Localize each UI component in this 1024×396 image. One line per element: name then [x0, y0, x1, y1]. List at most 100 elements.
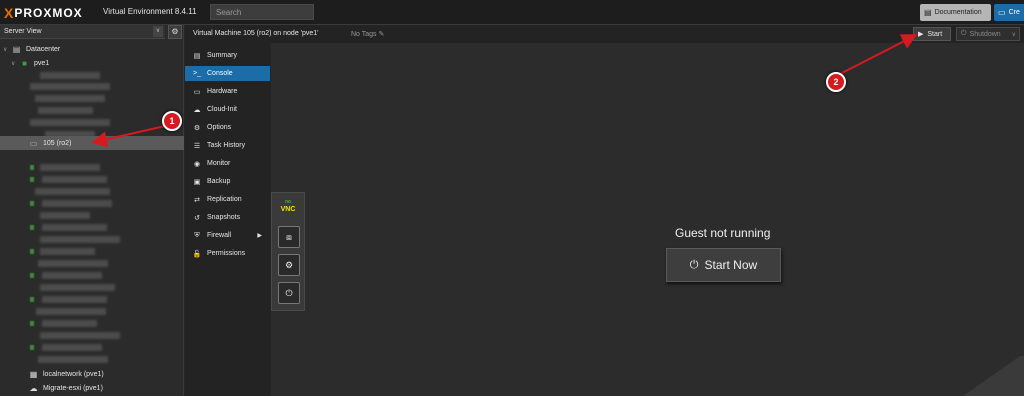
collapse-icon: ∨ — [3, 46, 8, 53]
search-input[interactable]: Search — [210, 4, 314, 20]
cloud-icon: ☁ — [29, 383, 38, 393]
nav-item-console[interactable]: >_ Console — [185, 66, 270, 81]
nav-item-snapshots[interactable]: ↺ Snapshots — [185, 210, 270, 225]
tree-settings-button[interactable]: ⚙ — [168, 25, 182, 39]
create-vm-button[interactable]: ▭ Cre — [994, 4, 1024, 21]
nav-item-permissions[interactable]: 🔓 Permissions — [185, 246, 270, 261]
version-label: Virtual Environment 8.4.11 — [103, 7, 197, 16]
novnc-logo: no VNC — [276, 199, 300, 213]
tree-item-localnetwork[interactable]: ▦ localnetwork (pve1) — [0, 367, 184, 381]
gear-icon: ⚙ — [284, 260, 294, 270]
expand-arrow-icon: ▶ — [257, 233, 262, 239]
nav-label: Summary — [207, 52, 237, 59]
vm-105-label: 105 (ro2) — [43, 139, 72, 147]
gear-icon: ⚙ — [193, 124, 201, 132]
node-label: pve1 — [34, 59, 50, 67]
start-now-label: Start Now — [704, 258, 758, 272]
console-corner-decoration — [944, 356, 1024, 396]
novnc-power-button[interactable]: ⏻ — [278, 282, 300, 304]
monitor-icon: ▭ — [193, 88, 201, 96]
nav-label: Firewall — [207, 232, 232, 239]
nav-label: Replication — [207, 196, 242, 203]
shutdown-button[interactable]: ⏻ Shutdown ∨ — [956, 27, 1020, 41]
vm-title: Virtual Machine 105 (ro2) on node 'pve1' — [193, 30, 319, 37]
book-icon: ▤ — [193, 52, 201, 60]
start-now-button[interactable]: ⏻ Start Now — [666, 248, 781, 282]
shield-icon: ⛨ — [194, 231, 200, 239]
server-view-select[interactable]: Server View ∨ — [0, 25, 165, 39]
chevron-down-icon[interactable]: ∨ — [1012, 31, 1016, 38]
annotation-badge-2: 2 — [826, 72, 846, 92]
tree-item-vm-105[interactable]: ▭ 105 (ro2) — [0, 136, 184, 150]
nav-label: Monitor — [207, 160, 231, 167]
nav-item-hardware[interactable]: ▭ Hardware — [185, 84, 270, 99]
guest-not-running-message: Guest not running — [675, 226, 771, 240]
desktop-icon: ▭ — [998, 8, 1006, 17]
network-grid-icon: ▦ — [29, 369, 38, 379]
nav-item-cloud-init[interactable]: ☁ Cloud-Init — [185, 102, 270, 117]
eye-icon: ◉ — [193, 160, 201, 168]
proxmox-logo[interactable]: X PROXMOX — [4, 5, 83, 21]
novnc-toolbar: no VNC ⧈ ⚙ ⏻ — [271, 192, 305, 311]
novnc-settings-button[interactable]: ⚙ — [278, 254, 300, 276]
nav-item-task-history[interactable]: ☰ Task History — [185, 138, 270, 153]
expand-icon: ⧈ — [286, 232, 292, 242]
pencil-icon: ✎ — [378, 31, 385, 38]
history-icon: ↺ — [194, 214, 200, 222]
power-icon: ⏻ — [961, 30, 967, 37]
novnc-fullscreen-button[interactable]: ⧈ — [278, 226, 300, 248]
server-view-label: Server View — [4, 28, 42, 35]
cloud-icon: ☁ — [193, 106, 201, 114]
tags-label: No Tags — [351, 31, 377, 38]
nav-item-replication[interactable]: ⇄ Replication — [185, 192, 270, 207]
start-button[interactable]: ▶ Start — [913, 27, 951, 41]
nav-item-monitor[interactable]: ◉ Monitor — [185, 156, 270, 171]
gear-icon: ⚙ — [171, 27, 179, 36]
datacenter-label: Datacenter — [26, 45, 61, 53]
vm-header: Virtual Machine 105 (ro2) on node 'pve1'… — [185, 25, 1024, 43]
tree-item-node[interactable]: ∨ ■ pve1 — [0, 56, 184, 70]
nav-label: Backup — [207, 178, 231, 185]
resource-tree-panel: Server View ∨ ⚙ ∨ ▤ Datacenter ∨ ■ pve1 — [0, 25, 184, 396]
nav-item-backup[interactable]: ▣ Backup — [185, 174, 270, 189]
unlock-icon: 🔓 — [192, 250, 202, 258]
monitor-icon: ▭ — [29, 138, 38, 148]
nav-label: Permissions — [207, 250, 246, 257]
server-rack-icon: ▤ — [12, 44, 21, 54]
retweet-icon: ⇄ — [194, 196, 200, 204]
floppy-icon: ▣ — [193, 178, 201, 186]
chevron-down-icon: ∨ — [153, 26, 163, 37]
shutdown-label: Shutdown — [969, 30, 1001, 38]
list-icon: ☰ — [193, 142, 201, 150]
power-icon: ⏻ — [689, 258, 699, 271]
top-bar: X PROXMOX Virtual Environment 8.4.11 Sea… — [0, 0, 1024, 25]
migrate-esxi-label: Migrate-esxi (pve1) — [43, 384, 103, 392]
nav-label: Snapshots — [207, 214, 241, 221]
annotation-badge-1: 1 — [162, 111, 182, 131]
nav-label: Cloud-Init — [207, 106, 237, 113]
nav-item-summary[interactable]: ▤ Summary — [185, 48, 270, 63]
create-label: Cre — [1008, 9, 1020, 16]
tags-editor[interactable]: No Tags ✎ — [351, 30, 384, 38]
proxmox-window: X PROXMOX Virtual Environment 8.4.11 Sea… — [0, 0, 1024, 396]
vm-nav-menu: ▤ Summary >_ Console ▭ Hardware ☁ Cloud-Init… — [185, 43, 270, 396]
tree-item-migrate-esxi[interactable]: ☁ Migrate-esxi (pve1) — [0, 381, 184, 395]
book-icon: ▤ — [924, 8, 932, 17]
nav-item-firewall[interactable]: ⛨ Firewall ▶ — [185, 228, 270, 243]
power-icon: ⏻ — [285, 288, 293, 298]
novnc-logo-prefix: no — [284, 199, 292, 205]
nav-label: Task History — [207, 142, 246, 149]
nav-label: Hardware — [207, 88, 238, 95]
console-area[interactable] — [271, 43, 1024, 396]
node-icon: ■ — [22, 58, 27, 68]
tree-item-datacenter[interactable]: ∨ ▤ Datacenter — [0, 42, 184, 56]
nav-label: Options — [207, 124, 232, 131]
documentation-button[interactable]: ▤ Documentation — [920, 4, 991, 21]
terminal-icon: >_ — [193, 70, 201, 77]
nav-item-options[interactable]: ⚙ Options — [185, 120, 270, 135]
novnc-logo-text: VNC — [280, 206, 296, 213]
start-label: Start — [927, 30, 943, 38]
localnetwork-label: localnetwork (pve1) — [43, 370, 104, 378]
documentation-label: Documentation — [934, 9, 982, 16]
collapse-icon: ∨ — [11, 60, 16, 67]
